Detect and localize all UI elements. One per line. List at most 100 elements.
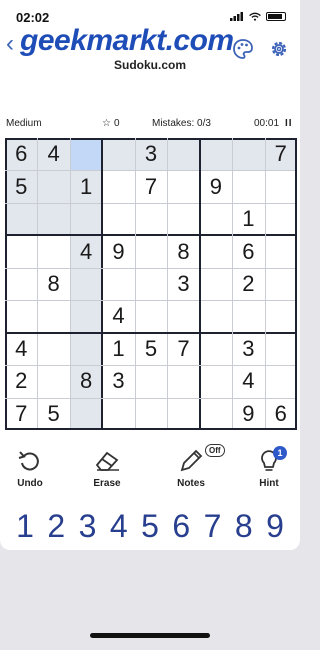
erase-button[interactable]: Erase [77, 448, 137, 489]
board-cell-r4c2[interactable] [37, 235, 70, 268]
board-cell-r8c1[interactable]: 2 [5, 365, 38, 398]
board-cell-r5c6[interactable]: 3 [167, 267, 200, 301]
board-cell-r1c2[interactable]: 4 [37, 138, 70, 171]
board-cell-r9c5[interactable] [134, 397, 168, 430]
board-cell-r1c1[interactable]: 6 [5, 138, 38, 171]
board-cell-r3c3[interactable] [69, 202, 103, 236]
palette-icon[interactable] [232, 38, 254, 60]
board-cell-r8c4[interactable]: 3 [102, 365, 135, 398]
board-cell-r4c4[interactable]: 9 [102, 235, 135, 268]
board-cell-r7c4[interactable]: 1 [102, 332, 135, 366]
number-key-7[interactable]: 7 [198, 506, 228, 546]
board-cell-r6c4[interactable]: 4 [102, 300, 135, 333]
board-cell-r4c3[interactable]: 4 [69, 235, 103, 268]
board-cell-r9c4[interactable] [102, 397, 135, 430]
board-cell-r2c6[interactable] [167, 170, 200, 203]
board-cell-r8c7[interactable] [199, 365, 233, 398]
board-cell-r7c5[interactable]: 5 [134, 332, 168, 366]
board-cell-r4c7[interactable] [199, 235, 233, 268]
board-cell-r6c2[interactable] [37, 300, 70, 333]
board-cell-r9c8[interactable]: 9 [232, 397, 265, 430]
board-cell-r4c5[interactable] [134, 235, 168, 268]
board-cell-r3c9[interactable] [264, 202, 297, 236]
board-cell-r7c9[interactable] [264, 332, 297, 366]
board-cell-r5c1[interactable] [5, 267, 38, 301]
board-cell-r3c1[interactable] [5, 202, 38, 236]
home-indicator[interactable] [90, 633, 210, 638]
board-cell-r1c5[interactable]: 3 [134, 138, 168, 171]
board-cell-r6c1[interactable] [5, 300, 38, 333]
board-cell-r8c9[interactable] [264, 365, 297, 398]
board-cell-r3c4[interactable] [102, 202, 135, 236]
number-key-4[interactable]: 4 [104, 506, 134, 546]
board-cell-r8c8[interactable]: 4 [232, 365, 265, 398]
board-cell-r5c5[interactable] [134, 267, 168, 301]
board-cell-r7c2[interactable] [37, 332, 70, 366]
board-cell-r6c8[interactable] [232, 300, 265, 333]
board-cell-r1c7[interactable] [199, 138, 233, 171]
board-cell-r6c9[interactable] [264, 300, 297, 333]
board-cell-r9c9[interactable]: 6 [264, 397, 297, 430]
board-cell-r9c6[interactable] [167, 397, 200, 430]
number-key-5[interactable]: 5 [135, 506, 165, 546]
board-cell-r8c5[interactable] [134, 365, 168, 398]
board-cell-r3c5[interactable] [134, 202, 168, 236]
pause-icon[interactable]: II [285, 118, 293, 129]
board-cell-r2c7[interactable]: 9 [199, 170, 233, 203]
number-key-1[interactable]: 1 [10, 506, 40, 546]
board-cell-r9c2[interactable]: 5 [37, 397, 70, 430]
board-cell-r4c9[interactable] [264, 235, 297, 268]
board-cell-r3c7[interactable] [199, 202, 233, 236]
hint-button[interactable]: 1 Hint [239, 446, 299, 489]
board-cell-r5c3[interactable] [69, 267, 103, 301]
board-cell-r2c2[interactable] [37, 170, 70, 203]
board-cell-r9c3[interactable] [69, 397, 103, 430]
board-cell-r1c6[interactable] [167, 138, 200, 171]
board-cell-r6c3[interactable] [69, 300, 103, 333]
board-cell-r4c8[interactable]: 6 [232, 235, 265, 268]
board-cell-r5c7[interactable] [199, 267, 233, 301]
board-cell-r5c2[interactable]: 8 [37, 267, 70, 301]
board-cell-r9c7[interactable] [199, 397, 233, 430]
board-cell-r7c3[interactable] [69, 332, 103, 366]
board-cell-r1c9[interactable]: 7 [264, 138, 297, 171]
board-cell-r4c6[interactable]: 8 [167, 235, 200, 268]
board-cell-r7c7[interactable] [199, 332, 233, 366]
board-cell-r1c3[interactable] [69, 138, 103, 171]
board-cell-r9c1[interactable]: 7 [5, 397, 38, 430]
board-cell-r3c2[interactable] [37, 202, 70, 236]
board-cell-r7c8[interactable]: 3 [232, 332, 265, 366]
board-cell-r7c6[interactable]: 7 [167, 332, 200, 366]
board-cell-r8c6[interactable] [167, 365, 200, 398]
notes-button[interactable]: Off Notes [161, 444, 225, 489]
number-key-8[interactable]: 8 [229, 506, 259, 546]
gear-icon[interactable] [268, 38, 290, 60]
board-cell-r1c4[interactable] [102, 138, 135, 171]
number-key-2[interactable]: 2 [41, 506, 71, 546]
number-key-3[interactable]: 3 [73, 506, 103, 546]
board-cell-r3c8[interactable]: 1 [232, 202, 265, 236]
board-cell-r5c8[interactable]: 2 [232, 267, 265, 301]
board-cell-r5c4[interactable] [102, 267, 135, 301]
board-cell-r8c3[interactable]: 8 [69, 365, 103, 398]
board-cell-r6c6[interactable] [167, 300, 200, 333]
board-cell-r2c9[interactable] [264, 170, 297, 203]
board-cell-r2c8[interactable] [232, 170, 265, 203]
board-cell-r2c4[interactable] [102, 170, 135, 203]
board-cell-r3c6[interactable] [167, 202, 200, 236]
board-cell-r6c7[interactable] [199, 300, 233, 333]
board-cell-r7c1[interactable]: 4 [5, 332, 38, 366]
board-cell-r2c3[interactable]: 1 [69, 170, 103, 203]
board-cell-r1c8[interactable] [232, 138, 265, 171]
board-cell-r6c5[interactable] [134, 300, 168, 333]
board-cell-r2c1[interactable]: 5 [5, 170, 38, 203]
back-chevron-icon[interactable]: ‹ [6, 30, 14, 58]
board-cell-r5c9[interactable] [264, 267, 297, 301]
grid-line-vertical [69, 138, 71, 430]
number-key-9[interactable]: 9 [260, 506, 290, 546]
board-cell-r8c2[interactable] [37, 365, 70, 398]
undo-button[interactable]: Undo [0, 448, 60, 489]
board-cell-r4c1[interactable] [5, 235, 38, 268]
number-key-6[interactable]: 6 [166, 506, 196, 546]
board-cell-r2c5[interactable]: 7 [134, 170, 168, 203]
